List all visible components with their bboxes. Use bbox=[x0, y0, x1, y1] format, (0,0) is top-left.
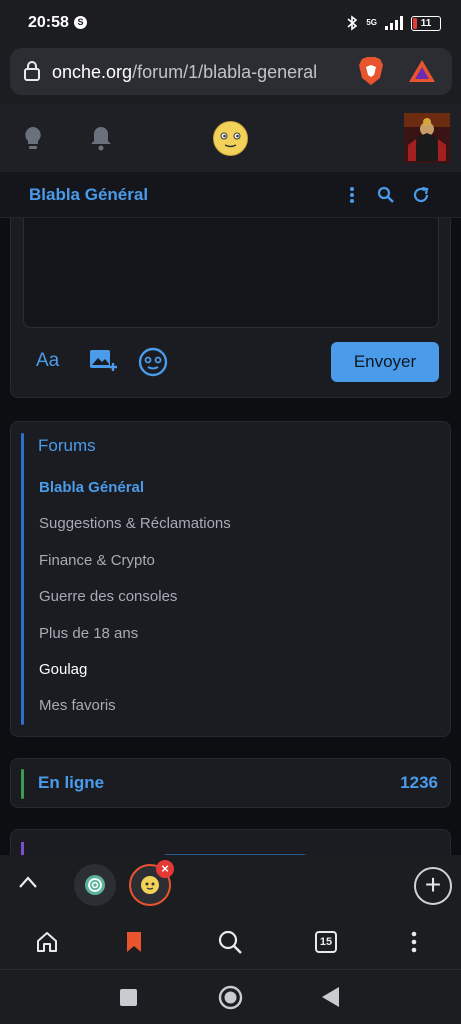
forum-link[interactable]: Suggestions & Réclamations bbox=[39, 515, 231, 532]
address-field[interactable]: onche.org/forum/1/blabla-general bbox=[10, 48, 452, 95]
close-tab-button[interactable]: × bbox=[156, 860, 174, 878]
onche-logo-icon[interactable] bbox=[212, 120, 249, 157]
format-button[interactable]: Aa bbox=[36, 350, 59, 372]
browser-tab-strip: × + bbox=[0, 855, 461, 917]
system-nav-bar bbox=[0, 969, 461, 1024]
lightbulb-icon[interactable] bbox=[22, 125, 44, 151]
forum-title[interactable]: Blabla Général bbox=[29, 185, 148, 205]
forums-accent-bar bbox=[21, 433, 24, 725]
more-vert-icon[interactable] bbox=[399, 927, 429, 957]
back-icon[interactable] bbox=[322, 987, 340, 1007]
battery-icon: 11 bbox=[411, 15, 441, 31]
onche-tab-icon bbox=[141, 876, 159, 894]
add-image-icon[interactable] bbox=[89, 348, 117, 374]
forum-link[interactable]: Guerre des consoles bbox=[39, 588, 177, 605]
signal-icon bbox=[385, 16, 403, 30]
bluetooth-icon bbox=[346, 15, 358, 31]
chatgpt-icon bbox=[85, 875, 105, 895]
status-glyph: S bbox=[74, 16, 87, 29]
forum-link[interactable]: Mes favoris bbox=[39, 697, 116, 714]
forum-link[interactable]: Blabla Général bbox=[39, 479, 144, 496]
forum-link[interactable]: Plus de 18 ans bbox=[39, 625, 138, 642]
home-icon[interactable] bbox=[32, 927, 62, 957]
forum-link[interactable]: Goulag bbox=[39, 661, 87, 678]
browser-url-bar: onche.org/forum/1/blabla-general bbox=[0, 48, 461, 104]
browser-toolbar: 15 bbox=[0, 917, 461, 969]
search-icon[interactable] bbox=[377, 186, 395, 204]
bell-icon[interactable] bbox=[89, 125, 113, 151]
chevron-up-icon[interactable] bbox=[18, 875, 38, 889]
send-button[interactable]: Envoyer bbox=[331, 342, 439, 382]
forums-card: Forums Blabla Général Suggestions & Récl… bbox=[10, 421, 451, 737]
lock-icon[interactable] bbox=[23, 60, 41, 82]
tab-thumbnail-chatgpt[interactable] bbox=[74, 864, 116, 906]
url-path: /forum/1/blabla-general bbox=[132, 62, 318, 82]
brave-rewards-icon[interactable] bbox=[408, 58, 436, 84]
online-label: En ligne bbox=[38, 773, 105, 792]
emoji-icon[interactable] bbox=[138, 347, 168, 377]
home-nav-icon[interactable] bbox=[218, 985, 243, 1010]
online-accent-bar bbox=[21, 769, 24, 799]
tabs-icon[interactable]: 15 bbox=[311, 927, 341, 957]
user-avatar[interactable] bbox=[404, 113, 450, 163]
new-tab-button[interactable]: + bbox=[414, 867, 452, 905]
recents-icon[interactable] bbox=[120, 989, 137, 1006]
forum-link[interactable]: Finance & Crypto bbox=[39, 552, 155, 569]
tab-count: 15 bbox=[315, 931, 337, 953]
status-bar: 20:58 S 5G 11 bbox=[0, 0, 461, 48]
battery-level: 11 bbox=[420, 17, 432, 29]
url-text[interactable]: onche.org/forum/1/blabla-general bbox=[52, 62, 317, 83]
forum-subbar: Blabla Général bbox=[0, 172, 461, 218]
site-header bbox=[0, 104, 461, 172]
message-textarea[interactable] bbox=[23, 218, 439, 328]
forums-heading: Forums bbox=[38, 436, 96, 455]
status-time: 20:58 bbox=[28, 14, 69, 31]
search-icon[interactable] bbox=[215, 927, 245, 957]
bookmark-icon[interactable] bbox=[119, 927, 149, 957]
online-count: 1236 bbox=[400, 773, 438, 792]
network-label: 5G bbox=[366, 18, 377, 27]
more-vert-icon[interactable] bbox=[346, 186, 358, 204]
online-card[interactable]: En ligne 1236 bbox=[10, 758, 451, 808]
brave-shield-icon[interactable] bbox=[358, 56, 384, 86]
refresh-icon[interactable] bbox=[412, 186, 430, 204]
url-domain: onche.org bbox=[52, 62, 133, 82]
message-composer: Aa Envoyer bbox=[10, 218, 451, 398]
